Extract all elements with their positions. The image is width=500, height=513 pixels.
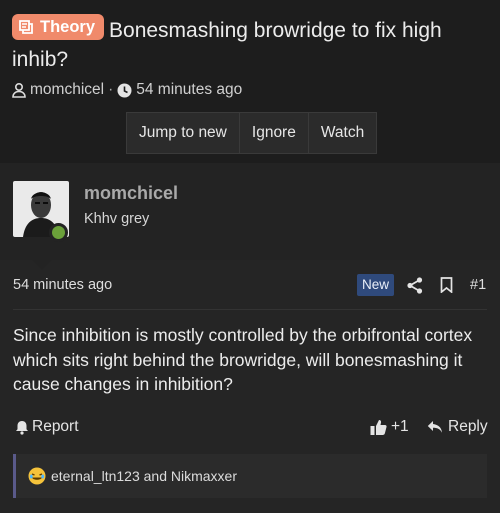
post-time[interactable]: 54 minutes ago: [13, 277, 112, 293]
share-icon[interactable]: [407, 277, 423, 298]
thread-title: Theory Bonesmashing browridge to fix hig…: [12, 14, 482, 74]
jump-to-new-button[interactable]: Jump to new: [127, 113, 240, 153]
bookmark-icon[interactable]: [440, 277, 453, 297]
clock-icon: [117, 83, 132, 97]
thread-time[interactable]: 54 minutes ago: [136, 81, 242, 99]
thread-header: Theory Bonesmashing browridge to fix hig…: [0, 0, 500, 163]
divider: [13, 309, 487, 310]
post-user-block: momchicel Khhv grey: [0, 163, 500, 260]
user-block-arrow: [32, 260, 52, 270]
user-icon: [12, 82, 26, 98]
report-label: Report: [32, 418, 79, 435]
user-title: Khhv grey: [84, 211, 150, 227]
post-actions: Report +1 Reply: [13, 416, 488, 440]
reply-label: Reply: [448, 418, 488, 435]
meta-separator: ·: [108, 81, 114, 98]
thread-meta: momchicel · 54 minutes ago: [12, 81, 242, 99]
theory-icon: [19, 20, 33, 34]
reactions-text: eternal_ltn123 and Nikmaxxer: [51, 468, 237, 484]
report-button[interactable]: Report: [15, 418, 79, 436]
reactions-bar[interactable]: eternal_ltn123 and Nikmaxxer: [13, 454, 487, 498]
reply-button[interactable]: Reply: [427, 418, 488, 436]
thread-author[interactable]: momchicel: [30, 81, 104, 99]
laughing-emoji-icon: [28, 467, 46, 485]
new-badge: New: [357, 274, 395, 296]
watch-button[interactable]: Watch: [309, 113, 376, 153]
post-number[interactable]: #1: [470, 277, 486, 293]
online-indicator: [49, 223, 68, 242]
like-button[interactable]: +1: [370, 418, 409, 436]
post-meta: 54 minutes ago New #1: [13, 274, 487, 298]
bell-icon: [16, 420, 28, 435]
thumbs-up-icon: [370, 420, 387, 435]
post: momchicel Khhv grey 54 minutes ago New #…: [0, 163, 500, 513]
prefix-label[interactable]: Theory: [12, 14, 105, 40]
like-count: +1: [391, 418, 409, 435]
ignore-button[interactable]: Ignore: [240, 113, 309, 153]
thread-actions: Jump to new Ignore Watch: [126, 112, 378, 154]
prefix-text: Theory: [40, 17, 96, 36]
post-username[interactable]: momchicel: [84, 183, 178, 204]
post-body: Since inhibition is mostly controlled by…: [13, 325, 473, 394]
reply-arrow-icon: [427, 421, 442, 433]
